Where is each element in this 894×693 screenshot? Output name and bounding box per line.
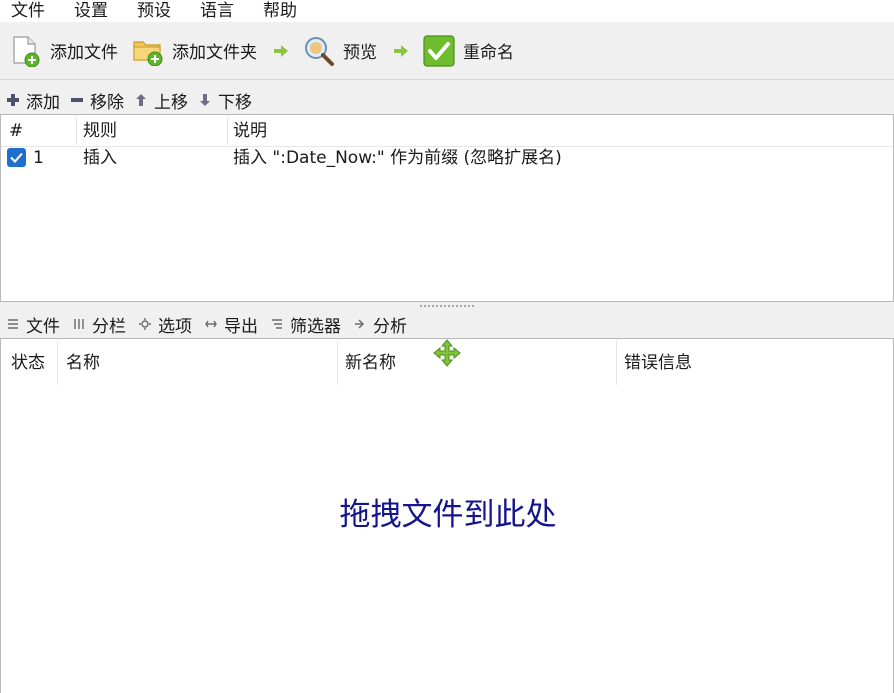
arrow-right-icon bbox=[269, 41, 293, 61]
main-toolbar: 添加文件 添加文件夹 预览 重命名 bbox=[0, 22, 894, 80]
column-header-error[interactable]: 错误信息 bbox=[624, 339, 692, 387]
move-up-label: 上移 bbox=[154, 92, 188, 113]
remove-rule-button[interactable]: 移除 bbox=[70, 88, 124, 113]
rules-table: # 规则 说明 1 插入 插入 ":Date_Now:" 作为前缀 (忽略扩展名… bbox=[0, 114, 894, 302]
files-table[interactable]: 状态 名称 新名称 错误信息 拖拽文件到此处 bbox=[0, 338, 894, 693]
export-menu-label: 导出 bbox=[224, 316, 258, 337]
table-row[interactable]: 1 插入 插入 ":Date_Now:" 作为前缀 (忽略扩展名) bbox=[1, 147, 893, 177]
column-header-index[interactable]: # bbox=[9, 115, 23, 147]
analyze-menu-label: 分析 bbox=[373, 316, 407, 337]
menu-bar: 文件 设置 预设 语言 帮助 bbox=[0, 0, 894, 22]
options-icon bbox=[138, 317, 152, 331]
column-divider[interactable] bbox=[337, 341, 338, 385]
column-divider[interactable] bbox=[227, 117, 228, 145]
rule-name: 插入 bbox=[83, 148, 117, 168]
column-divider[interactable] bbox=[616, 341, 617, 385]
splitter-grip[interactable] bbox=[420, 305, 474, 307]
column-divider[interactable] bbox=[57, 341, 58, 385]
rename-label: 重命名 bbox=[463, 43, 514, 63]
filter-menu-label: 筛选器 bbox=[290, 316, 341, 337]
files-menu-label: 文件 bbox=[26, 316, 60, 337]
add-folder-label: 添加文件夹 bbox=[172, 43, 257, 63]
analyze-icon bbox=[353, 317, 367, 331]
drop-files-hint: 拖拽文件到此处 bbox=[339, 497, 557, 533]
files-table-header: 状态 名称 新名称 错误信息 bbox=[1, 339, 893, 387]
rule-description: 插入 ":Date_Now:" 作为前缀 (忽略扩展名) bbox=[233, 148, 562, 168]
column-header-status[interactable]: 状态 bbox=[11, 339, 45, 387]
list-icon bbox=[6, 317, 20, 331]
preview-label: 预览 bbox=[343, 43, 377, 63]
plus-icon bbox=[6, 93, 20, 107]
move-up-button[interactable]: 上移 bbox=[134, 88, 188, 113]
move-down-label: 下移 bbox=[218, 92, 252, 113]
move-cursor-icon bbox=[433, 339, 461, 367]
rule-index: 1 bbox=[33, 148, 44, 168]
files-menu-button[interactable]: 文件 bbox=[6, 312, 60, 337]
menu-settings[interactable]: 设置 bbox=[63, 0, 118, 22]
export-icon bbox=[204, 317, 218, 331]
menu-help[interactable]: 帮助 bbox=[252, 0, 307, 22]
arrow-right-icon bbox=[389, 41, 413, 61]
rules-toolbar: 添加 移除 上移 下移 bbox=[0, 86, 894, 114]
rule-enabled-checkbox[interactable] bbox=[7, 148, 26, 167]
magnifier-icon bbox=[303, 35, 335, 67]
options-menu-label: 选项 bbox=[158, 316, 192, 337]
arrow-up-icon bbox=[134, 93, 148, 107]
options-menu-button[interactable]: 选项 bbox=[138, 312, 192, 337]
add-rule-button[interactable]: 添加 bbox=[6, 88, 60, 113]
add-file-icon bbox=[10, 35, 42, 67]
minus-icon bbox=[70, 93, 84, 107]
move-down-button[interactable]: 下移 bbox=[198, 88, 252, 113]
preview-button[interactable]: 预览 bbox=[299, 29, 381, 73]
column-header-name[interactable]: 名称 bbox=[66, 339, 100, 387]
files-toolbar: 文件 分栏 选项 导出 筛选器 分析 bbox=[0, 310, 894, 338]
export-menu-button[interactable]: 导出 bbox=[204, 312, 258, 337]
columns-menu-label: 分栏 bbox=[92, 316, 126, 337]
filter-icon bbox=[270, 317, 284, 331]
columns-menu-button[interactable]: 分栏 bbox=[72, 312, 126, 337]
rename-button[interactable]: 重命名 bbox=[419, 29, 518, 73]
arrow-down-icon bbox=[198, 93, 212, 107]
add-folder-button[interactable]: 添加文件夹 bbox=[128, 29, 261, 73]
column-header-new-name[interactable]: 新名称 bbox=[345, 339, 396, 387]
add-folder-icon bbox=[132, 35, 164, 67]
checkmark-icon bbox=[423, 34, 455, 67]
add-rule-label: 添加 bbox=[26, 92, 60, 113]
remove-rule-label: 移除 bbox=[90, 92, 124, 113]
analyze-menu-button[interactable]: 分析 bbox=[353, 312, 407, 337]
panel-splitter[interactable] bbox=[0, 302, 894, 310]
menu-presets[interactable]: 预设 bbox=[126, 0, 181, 22]
add-files-label: 添加文件 bbox=[50, 43, 118, 63]
column-divider[interactable] bbox=[76, 117, 77, 145]
add-files-button[interactable]: 添加文件 bbox=[6, 29, 122, 73]
columns-icon bbox=[72, 317, 86, 331]
menu-file[interactable]: 文件 bbox=[0, 0, 55, 22]
menu-language[interactable]: 语言 bbox=[189, 0, 244, 22]
filter-menu-button[interactable]: 筛选器 bbox=[270, 312, 341, 337]
